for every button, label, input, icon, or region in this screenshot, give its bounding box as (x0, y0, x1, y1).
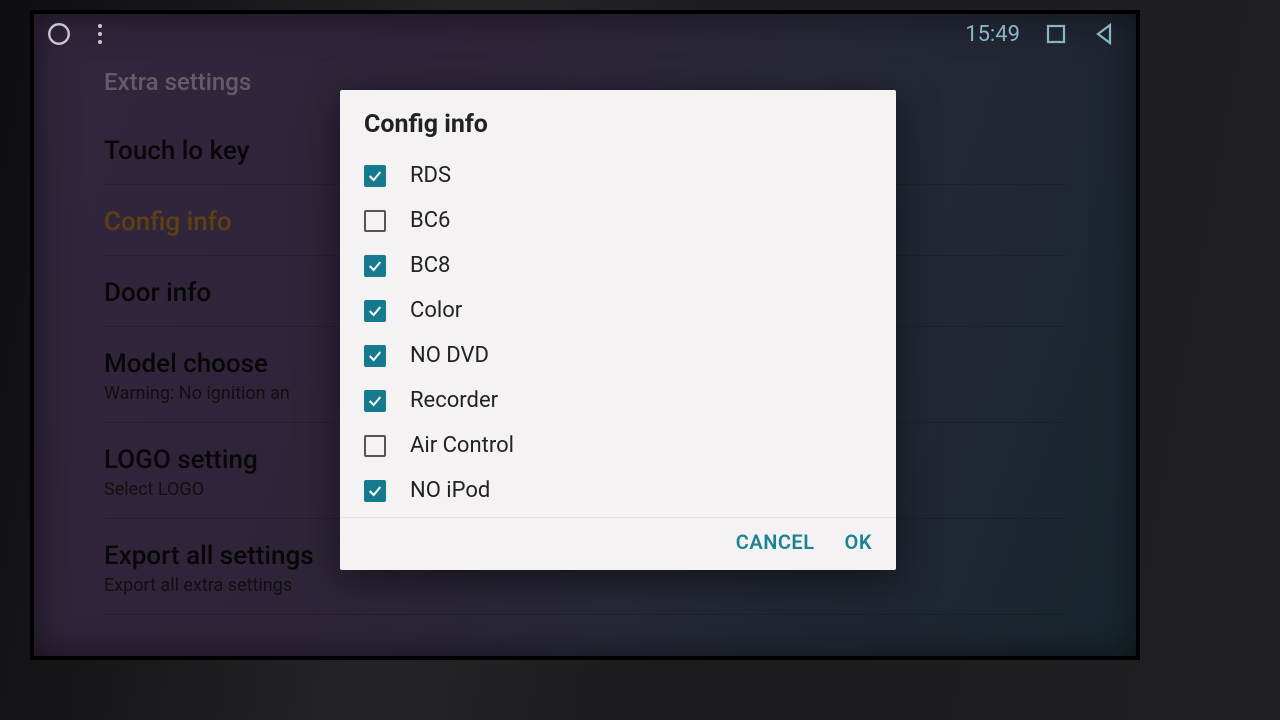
checkbox-checked-icon[interactable] (364, 345, 386, 367)
dialog-body: RDS BC6 BC8 Color NO DVD Recorder Air Control N… (340, 153, 896, 517)
ok-button[interactable]: OK (845, 530, 872, 554)
checkbox-checked-icon[interactable] (364, 480, 386, 502)
checkbox-checked-icon[interactable] (364, 300, 386, 322)
config-option[interactable]: Color (358, 288, 878, 333)
head-unit-screen: 15:49 Extra settings Touch lo keyConfig … (30, 10, 1140, 660)
config-option[interactable]: NO iPod (358, 468, 878, 513)
cancel-button[interactable]: CANCEL (736, 530, 815, 554)
config-option-label: BC6 (410, 208, 450, 233)
config-option[interactable]: Recorder (358, 378, 878, 423)
checkbox-checked-icon[interactable] (364, 255, 386, 277)
config-option-label: NO iPod (410, 478, 490, 503)
dialog-title: Config info (340, 90, 896, 153)
config-option[interactable]: BC6 (358, 198, 878, 243)
config-option-label: RDS (410, 163, 451, 188)
config-option[interactable]: RDS (358, 153, 878, 198)
config-option-label: Color (410, 298, 462, 323)
config-info-dialog: Config info RDS BC6 BC8 Color NO DVD Recorder… (340, 90, 896, 570)
checkbox-checked-icon[interactable] (364, 390, 386, 412)
config-option-label: NO DVD (410, 343, 489, 368)
config-option-label: Air Control (410, 433, 514, 458)
dialog-actions: CANCEL OK (340, 517, 896, 570)
checkbox-unchecked-icon[interactable] (364, 210, 386, 232)
config-option-label: BC8 (410, 253, 450, 278)
config-option[interactable]: BC8 (358, 243, 878, 288)
config-option[interactable]: NO DVD (358, 333, 878, 378)
checkbox-checked-icon[interactable] (364, 165, 386, 187)
config-option-label: Recorder (410, 388, 498, 413)
config-option[interactable]: Air Control (358, 423, 878, 468)
checkbox-unchecked-icon[interactable] (364, 435, 386, 457)
